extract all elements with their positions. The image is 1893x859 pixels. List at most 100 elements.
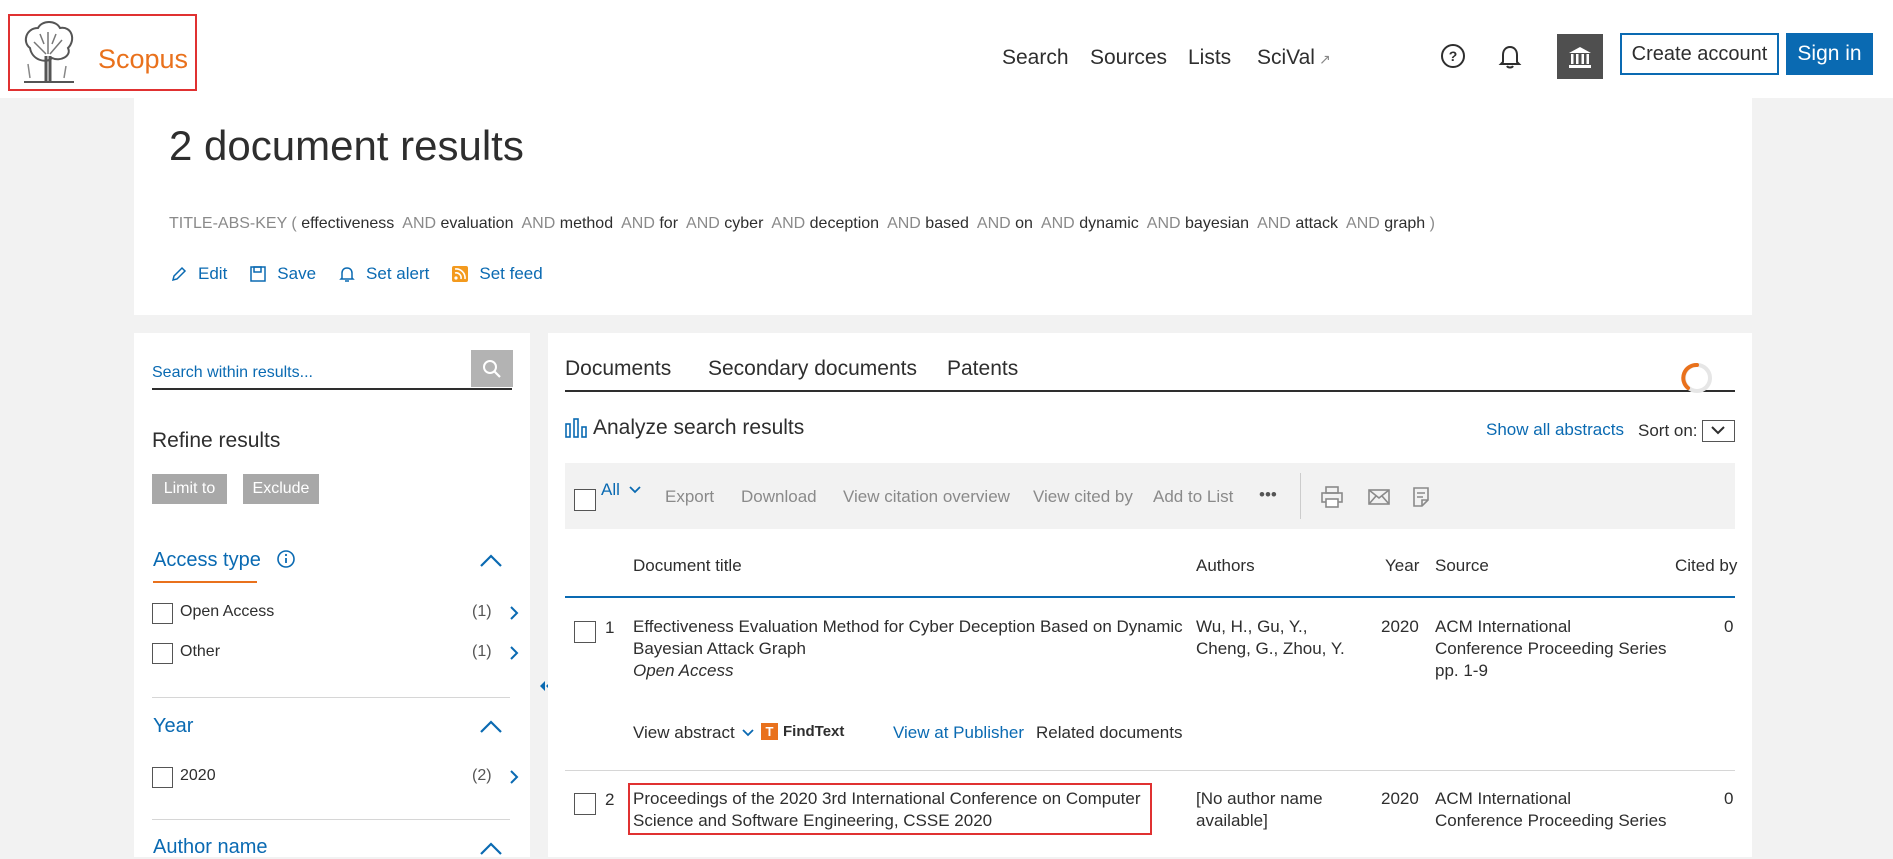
row-checkbox[interactable] xyxy=(574,793,596,815)
scopus-logo[interactable]: Scopus xyxy=(8,14,197,91)
sign-in-button[interactable]: Sign in xyxy=(1786,33,1873,75)
row-divider xyxy=(565,770,1735,771)
source-cell: ACM International Conference Proceeding … xyxy=(1435,788,1667,832)
row-checkbox[interactable] xyxy=(574,621,596,643)
query-prefix: TITLE-ABS-KEY ( xyxy=(169,215,297,232)
query-term: attack xyxy=(1295,215,1338,232)
document-title-link[interactable]: Effectiveness Evaluation Method for Cybe… xyxy=(633,616,1183,682)
chevron-up-icon[interactable] xyxy=(479,720,503,734)
source-cell: ACM International Conference Proceeding … xyxy=(1435,616,1667,682)
view-abstract-label: View abstract xyxy=(633,723,735,742)
edit-query-button[interactable]: Edit xyxy=(170,264,227,284)
tab-secondary-documents[interactable]: Secondary documents xyxy=(708,357,917,381)
bell-icon[interactable] xyxy=(1496,42,1524,70)
row-number: 2 xyxy=(605,790,615,809)
select-all-dropdown[interactable]: All xyxy=(601,480,642,500)
nav-search[interactable]: Search xyxy=(1002,46,1069,70)
tab-patents[interactable]: Patents xyxy=(947,357,1018,381)
column-header-title[interactable]: Document title xyxy=(633,556,742,576)
author-line[interactable]: Cheng, G., Zhou, Y. xyxy=(1196,638,1345,660)
exclude-button[interactable]: Exclude xyxy=(243,474,319,504)
checkbox[interactable] xyxy=(152,767,173,788)
author-line[interactable]: Wu, H., Gu, Y., xyxy=(1196,616,1345,638)
chevron-right-icon[interactable] xyxy=(509,645,519,661)
email-icon[interactable] xyxy=(1367,485,1391,509)
query-operator: AND xyxy=(1346,215,1380,232)
chevron-right-icon[interactable] xyxy=(509,605,519,621)
facet-title: Access type xyxy=(153,549,261,571)
title-line: Effectiveness Evaluation Method for Cybe… xyxy=(633,617,1183,636)
set-feed-button[interactable]: Set feed xyxy=(451,264,543,284)
external-link-icon: ↗ xyxy=(1318,51,1331,67)
query-operator: AND xyxy=(521,215,556,232)
view-at-publisher-link[interactable]: View at Publisher xyxy=(893,722,1024,744)
column-header-source[interactable]: Source xyxy=(1435,556,1489,576)
select-all-checkbox[interactable] xyxy=(574,489,596,511)
tab-documents[interactable]: Documents xyxy=(565,357,671,381)
facet-option-label: Open Access xyxy=(180,603,275,620)
view-abstract-toggle[interactable]: View abstract xyxy=(633,722,755,744)
chevron-right-icon[interactable] xyxy=(509,769,519,785)
column-header-year[interactable]: Year xyxy=(1385,556,1419,576)
save-query-button[interactable]: Save xyxy=(249,264,316,284)
authors-cell: Wu, H., Gu, Y., Cheng, G., Zhou, Y. xyxy=(1196,616,1345,660)
analyze-search-results-link[interactable]: Analyze search results xyxy=(565,416,804,440)
download-button[interactable]: Download xyxy=(741,487,817,507)
print-icon[interactable] xyxy=(1320,485,1344,509)
checkbox[interactable] xyxy=(152,643,173,664)
add-to-list-button[interactable]: Add to List xyxy=(1153,487,1233,507)
facet-underline xyxy=(153,581,257,583)
facet-author-name[interactable]: Author name xyxy=(153,836,268,859)
create-account-button[interactable]: Create account xyxy=(1620,33,1779,75)
more-options-button[interactable]: ••• xyxy=(1259,485,1277,505)
search-within-button[interactable] xyxy=(471,350,513,387)
analyze-label: Analyze search results xyxy=(593,416,805,439)
query-term: deception xyxy=(809,215,880,232)
search-within-input[interactable] xyxy=(152,350,512,390)
sort-on-label: Sort on: xyxy=(1638,421,1698,440)
checkbox[interactable] xyxy=(152,603,173,624)
facet-divider xyxy=(152,697,510,698)
authors-cell: [No author name available] xyxy=(1196,788,1323,832)
nav-lists[interactable]: Lists xyxy=(1188,46,1231,70)
limit-to-button[interactable]: Limit to xyxy=(152,474,227,504)
facet-option-label: 2020 xyxy=(180,767,216,784)
query-operator: AND xyxy=(686,215,720,232)
source-line[interactable]: Conference Proceeding Series xyxy=(1435,638,1667,660)
chevron-up-icon[interactable] xyxy=(479,842,503,856)
query-operator: AND xyxy=(621,215,655,232)
author-line: [No author name xyxy=(1196,789,1323,808)
view-cited-by-button[interactable]: View cited by xyxy=(1033,487,1133,507)
bibliography-icon[interactable] xyxy=(1409,485,1433,509)
rss-icon xyxy=(452,266,469,282)
chevron-up-icon[interactable] xyxy=(479,554,503,568)
show-all-abstracts-link[interactable]: Show all abstracts xyxy=(1486,420,1624,440)
findtext-label: FindText xyxy=(783,723,845,740)
related-documents-link[interactable]: Related documents xyxy=(1036,722,1182,744)
info-icon[interactable] xyxy=(276,549,296,569)
query-term: on xyxy=(1015,215,1033,232)
source-line[interactable]: Conference Proceeding Series xyxy=(1435,810,1667,832)
loading-spinner-icon xyxy=(1681,363,1712,393)
facet-year[interactable]: Year xyxy=(153,715,193,738)
institution-button[interactable] xyxy=(1557,34,1603,79)
sort-select[interactable] xyxy=(1701,420,1735,442)
findtext-link[interactable]: T FindText xyxy=(761,723,844,740)
column-header-cited-by[interactable]: Cited by xyxy=(1675,556,1737,576)
search-summary-card: 2 document results TITLE-ABS-KEY ( effec… xyxy=(134,98,1752,315)
set-alert-button[interactable]: Set alert xyxy=(338,264,429,284)
source-line[interactable]: ACM International xyxy=(1435,788,1667,810)
help-icon[interactable]: ? xyxy=(1439,42,1467,70)
query-operator: AND xyxy=(771,215,806,232)
view-citation-overview-button[interactable]: View citation overview xyxy=(843,487,1010,507)
facet-option-count: (1) xyxy=(472,643,492,660)
bar-chart-icon xyxy=(565,418,587,438)
source-line[interactable]: ACM International xyxy=(1435,616,1667,638)
column-header-authors[interactable]: Authors xyxy=(1196,556,1255,576)
nav-sources[interactable]: Sources xyxy=(1090,46,1167,70)
export-button[interactable]: Export xyxy=(665,487,714,507)
nav-scival[interactable]: SciVal ↗ xyxy=(1257,46,1331,70)
title-line: Bayesian Attack Graph xyxy=(633,639,806,658)
facet-access-type[interactable]: Access type xyxy=(153,549,296,572)
query-term: bayesian xyxy=(1185,215,1250,232)
